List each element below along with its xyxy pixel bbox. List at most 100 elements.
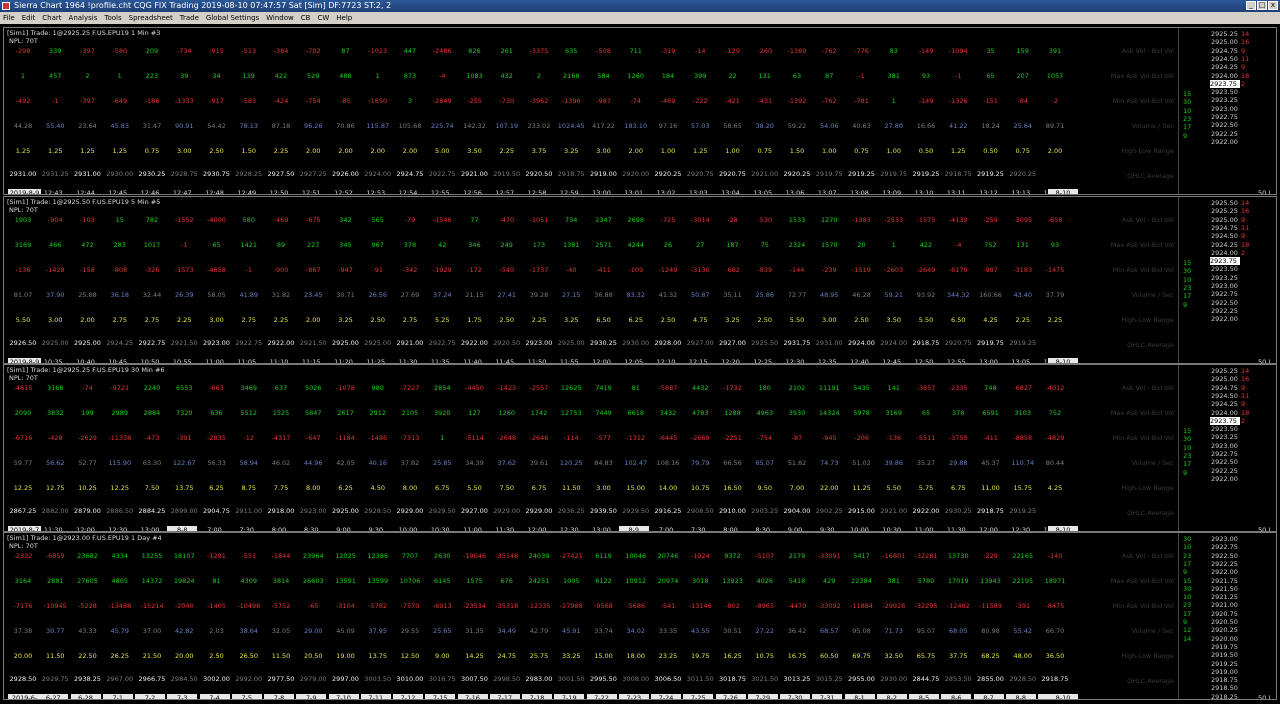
grid-cell: 2.25: [1015, 316, 1030, 324]
grid-cell: -158: [80, 266, 95, 274]
grid-cell: 2324: [788, 241, 806, 249]
time-axis-label: 6-27: [38, 694, 69, 699]
grid-cell: 2921.00: [880, 507, 908, 515]
grid-cell: 59.21: [884, 291, 904, 299]
grid-cell: 2927.50: [267, 170, 295, 178]
grid-cell: 381: [887, 577, 900, 585]
grid-cell: -239: [821, 266, 837, 274]
grid-cell: 19.75: [690, 652, 710, 660]
grid-cell: 18.24: [981, 122, 1000, 130]
grid-cell: -4658: [207, 266, 226, 274]
chart-panel[interactable]: [Sim1] Trade: 1@2925.25 F.US.EPU19 1 Min…: [3, 27, 1277, 195]
grid-cell: 2967.00: [106, 675, 134, 683]
grid-cell: 44.96: [303, 459, 323, 467]
volume-count: 17: [1183, 609, 1192, 618]
time-axis-label: 7-15: [425, 694, 456, 699]
price-scale[interactable]: 2925.25 2925.00 2924.75 2924.50 2924.25 2924.…: [1178, 365, 1249, 531]
grid-cell: 68.57: [819, 627, 839, 635]
grid-cell: 10912: [625, 577, 647, 585]
grid-cell: -222: [692, 97, 708, 105]
grid-cell: 59.77: [13, 459, 33, 467]
row-label: OHLC Average: [1127, 172, 1174, 180]
grid-cell: 2928.25: [235, 170, 263, 178]
time-axis-label: 12:52: [334, 189, 353, 195]
grid-cell: -3962: [529, 97, 549, 105]
numbers-bar-grid[interactable]: Ask Vol - Bid Vol -298 339 -397 -580 209 -734-…: [8, 39, 1176, 189]
menu-analysis[interactable]: Analysis: [69, 12, 98, 24]
grid-cell: 159: [1016, 47, 1029, 55]
grid-cell: 346: [468, 241, 481, 249]
numbers-bar-grid[interactable]: Ask Vol - Bid Vol -4615 3168 -74 -9721 2240 65…: [8, 376, 1176, 526]
grid-cell: 2923.00: [299, 507, 327, 515]
time-axis-label: 7-30: [780, 694, 810, 699]
menu-spreadsheet[interactable]: Spreadsheet: [129, 12, 173, 24]
grid-cell: 81: [631, 384, 640, 392]
grid-cell: 2922.75: [428, 339, 456, 347]
grid-cell: 2.03: [209, 627, 224, 635]
grid-cell: 43.33: [78, 627, 97, 635]
grid-cell: 68.05: [948, 627, 968, 635]
grid-cell: 45.79: [110, 627, 130, 635]
grid-cell: 2930.25: [590, 339, 617, 347]
grid-cell: 107.19: [495, 122, 519, 130]
grid-cell: 51.82: [787, 459, 807, 467]
grid-cell: 565: [371, 216, 384, 224]
price-scale[interactable]: 2925.25 2925.00 2924.75 2924.50 2924.25 2924.…: [1178, 28, 1249, 194]
grid-row: OHLC Average 2928.50 2929.75 2938.25 2967.00…: [8, 669, 1176, 689]
chart-panel[interactable]: [Sim1] Trade: 1@2925.25 F.US.EPU19 30 Mi…: [3, 364, 1277, 532]
grid-cell: -1924: [690, 552, 710, 560]
grid-cell: 24.75: [497, 652, 517, 660]
menu-trade[interactable]: Trade: [180, 12, 199, 24]
grid-cell: -1519: [852, 266, 871, 274]
menu-edit[interactable]: Edit: [22, 12, 36, 24]
numbers-bar-grid[interactable]: Ask Vol - Bid Vol 1903 -904 -103 15 782 -1552 -…: [8, 208, 1176, 358]
grid-cell: 6.25: [338, 484, 353, 492]
menu-window[interactable]: Window: [266, 12, 294, 24]
menu-file[interactable]: File: [3, 12, 15, 24]
time-axis-label: 8-10: [1048, 694, 1078, 699]
minimize-button[interactable]: _: [1246, 1, 1256, 10]
grid-cell: -3104: [336, 602, 355, 610]
grid-cell: 4432: [691, 384, 709, 392]
time-axis-label: 13:03: [688, 189, 708, 195]
close-button[interactable]: x: [1268, 1, 1278, 10]
price-scale-label: 2922.00: [1211, 315, 1238, 324]
grid-cell: -87: [791, 434, 803, 442]
chart-panel[interactable]: [Sim1] Trade: 1@2925.50 F.US.EPU19 5 Min…: [3, 196, 1277, 364]
grid-cell: -1051: [529, 216, 549, 224]
row-label: Max Ask Vol-Bid Vol: [1110, 72, 1174, 80]
price-scale-label: 2922.25: [1211, 129, 1238, 138]
chart-header: [Sim1] Trade: 1@2925.25 F.US.EPU19 30 Mi…: [7, 366, 165, 374]
grid-cell: 2922.75: [138, 339, 166, 347]
menu-help[interactable]: Help: [336, 12, 352, 24]
numbers-bar-grid[interactable]: Ask Vol - Bid Vol -2332 -6859 23682 4334 1325…: [8, 544, 1176, 694]
price-scale[interactable]: 2925.50 2925.25 2925.00 2924.75 2924.50 2924.…: [1178, 197, 1249, 363]
grid-cell: 6145: [433, 577, 451, 585]
grid-cell: 3008.00: [622, 675, 650, 683]
time-axis-date: 2019-6-26: [8, 694, 41, 699]
menu-tools[interactable]: Tools: [104, 12, 121, 24]
chart-panel[interactable]: [Sim1] Trade: 1@2923.00 F.US.EPU19 1 Day…: [3, 532, 1277, 700]
menu-global-settings[interactable]: Global Settings: [206, 12, 259, 24]
grid-cell: 2919.75: [815, 170, 843, 178]
volume-count: 17: [1183, 292, 1192, 301]
time-axis-label: 13:13: [1011, 189, 1031, 195]
menu-cb[interactable]: CB: [301, 12, 311, 24]
grid-cell: 77: [470, 216, 479, 224]
ask-bid-count: 2: [1241, 79, 1246, 88]
grid-cell: -15214: [140, 602, 164, 610]
grid-cell: 2911.00: [235, 507, 263, 515]
grid-cell: 65: [921, 409, 931, 417]
grid-cell: -172: [467, 266, 482, 274]
price-scale[interactable]: 2923.00 2922.75 2922.50 2922.25 2922.00 2921.…: [1178, 533, 1238, 699]
grid-cell: 422: [274, 72, 288, 80]
menu-chart[interactable]: Chart: [42, 12, 61, 24]
grid-cell: -900: [273, 266, 289, 274]
price-scale-label: 2921.25: [1211, 593, 1238, 602]
time-axis-label: 8-5: [909, 694, 939, 699]
grid-cell: 22384: [851, 577, 872, 585]
maximize-button[interactable]: □: [1257, 1, 1267, 10]
menu-cw[interactable]: CW: [317, 12, 329, 24]
grid-cell: 21.15: [465, 291, 484, 299]
row-label: OHLC Average: [1127, 509, 1174, 517]
